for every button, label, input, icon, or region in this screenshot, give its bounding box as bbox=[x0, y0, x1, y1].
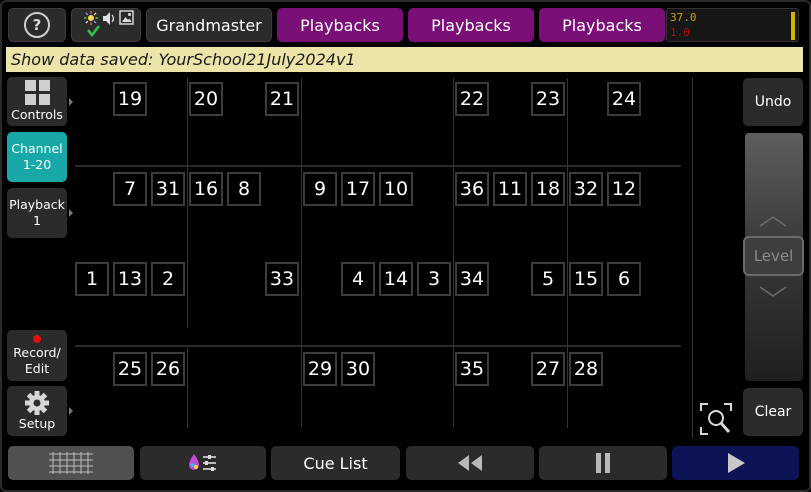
pause-icon bbox=[596, 453, 610, 473]
sidebar-item-controls[interactable]: Controls bbox=[7, 77, 73, 126]
undo-button[interactable]: Undo bbox=[743, 78, 803, 126]
channel-cell[interactable]: 26 bbox=[151, 352, 185, 386]
channel-cell[interactable]: 19 bbox=[113, 82, 147, 116]
sidebar-item-setup[interactable]: Setup bbox=[7, 386, 73, 436]
channel-cell[interactable]: 8 bbox=[227, 172, 261, 206]
rewind-button[interactable] bbox=[406, 446, 534, 480]
window-frame bbox=[0, 0, 811, 492]
play-icon bbox=[727, 453, 745, 473]
channel-cell[interactable]: 17 bbox=[341, 172, 375, 206]
rewind-icon bbox=[458, 455, 482, 471]
channel-cell[interactable]: 24 bbox=[607, 82, 641, 116]
playbacks-button-1[interactable]: Playbacks bbox=[277, 8, 403, 42]
chevron-up-icon bbox=[759, 216, 787, 227]
meter-top-value: 37.0 bbox=[670, 11, 697, 24]
channel-cell[interactable]: 13 bbox=[113, 262, 147, 296]
grid-divider-vertical bbox=[692, 78, 693, 438]
channel-cell[interactable]: 18 bbox=[531, 172, 565, 206]
channel-cell[interactable]: 21 bbox=[265, 82, 299, 116]
speaker-icon bbox=[103, 12, 115, 25]
grid-icon bbox=[24, 80, 50, 105]
sidebar-item-record-edit[interactable]: Record/ Edit bbox=[7, 330, 67, 381]
channel-cell[interactable]: 27 bbox=[531, 352, 565, 386]
level-fader-handle[interactable]: Level bbox=[743, 236, 804, 276]
color-palette-button[interactable] bbox=[140, 446, 266, 480]
channel-cell[interactable]: 5 bbox=[531, 262, 565, 296]
status-banner-text: Show data saved: YourSchool21July2024v1 bbox=[11, 50, 356, 69]
channel-grid-button[interactable] bbox=[8, 446, 134, 480]
light-icon bbox=[84, 11, 98, 25]
channel-cell[interactable]: 36 bbox=[455, 172, 489, 206]
sidebar-item-sublabel: 1 bbox=[33, 213, 41, 228]
channel-cell[interactable]: 20 bbox=[189, 82, 223, 116]
grid-divider-vertical bbox=[453, 78, 454, 428]
channel-cell[interactable]: 25 bbox=[113, 352, 147, 386]
grid-divider-vertical bbox=[567, 78, 568, 428]
channel-cell[interactable]: 7 bbox=[113, 172, 147, 206]
channel-cell[interactable]: 9 bbox=[303, 172, 337, 206]
channel-cell[interactable]: 30 bbox=[341, 352, 375, 386]
help-icon: ? bbox=[24, 12, 50, 38]
grid-divider-horizontal bbox=[75, 165, 681, 167]
status-indicators[interactable] bbox=[71, 8, 141, 42]
gear-icon bbox=[25, 391, 49, 415]
expand-arrow-icon bbox=[69, 209, 73, 217]
sidebar-item-channel[interactable]: Channel 1-20 bbox=[7, 132, 67, 182]
grid-view-icon bbox=[49, 452, 93, 474]
channel-cell[interactable]: 31 bbox=[151, 172, 185, 206]
clear-button[interactable]: Clear bbox=[743, 388, 803, 436]
channel-cell[interactable]: 10 bbox=[379, 172, 413, 206]
grid-divider-vertical bbox=[187, 348, 188, 428]
color-palette-icon bbox=[189, 454, 216, 471]
meter-bottom-value: 1.0 bbox=[670, 26, 690, 39]
pause-button[interactable] bbox=[539, 446, 667, 480]
channel-cell[interactable]: 32 bbox=[569, 172, 603, 206]
zoom-fit-icon[interactable] bbox=[699, 402, 733, 436]
record-icon bbox=[33, 334, 41, 343]
grid-divider-vertical bbox=[301, 78, 302, 428]
playbacks-button-2[interactable]: Playbacks bbox=[408, 8, 534, 42]
sidebar-item-label: Playback bbox=[9, 197, 65, 212]
channel-cell[interactable]: 23 bbox=[531, 82, 565, 116]
channel-cell[interactable]: 16 bbox=[189, 172, 223, 206]
channel-cell[interactable]: 3 bbox=[417, 262, 451, 296]
channel-cell[interactable]: 1 bbox=[75, 262, 109, 296]
help-button[interactable]: ? bbox=[8, 8, 66, 42]
channel-cell[interactable]: 2 bbox=[151, 262, 185, 296]
sidebar-item-label: Controls bbox=[11, 107, 63, 122]
channel-cell[interactable]: 11 bbox=[493, 172, 527, 206]
sidebar-item-label: Setup bbox=[18, 416, 56, 431]
expand-arrow-icon bbox=[69, 97, 73, 106]
channel-cell[interactable]: 28 bbox=[569, 352, 603, 386]
status-icons bbox=[84, 10, 134, 38]
grandmaster-button[interactable]: Grandmaster bbox=[146, 8, 272, 42]
expand-arrow-icon bbox=[69, 407, 73, 415]
channel-cell[interactable]: 4 bbox=[341, 262, 375, 296]
status-banner: Show data saved: YourSchool21July2024v1 bbox=[6, 47, 803, 72]
channel-cell[interactable]: 14 bbox=[379, 262, 413, 296]
chevron-down-icon bbox=[759, 286, 787, 297]
grid-divider-horizontal bbox=[75, 345, 681, 347]
sidebar-item-label: Channel bbox=[11, 141, 63, 156]
playbacks-button-3[interactable]: Playbacks bbox=[539, 8, 665, 42]
cue-list-button[interactable]: Cue List bbox=[271, 446, 400, 480]
channel-cell[interactable]: 34 bbox=[455, 262, 489, 296]
sidebar-item-sublabel: Edit bbox=[24, 360, 50, 376]
channel-cell[interactable]: 6 bbox=[607, 262, 641, 296]
sidebar-item-sublabel: 1-20 bbox=[22, 157, 52, 172]
play-button[interactable] bbox=[672, 446, 799, 480]
channel-cell[interactable]: 33 bbox=[265, 262, 299, 296]
channel-cell[interactable]: 15 bbox=[569, 262, 603, 296]
check-icon bbox=[86, 25, 101, 38]
sidebar-item-label: Record/ bbox=[13, 344, 61, 360]
sidebar-item-playback[interactable]: Playback 1 bbox=[7, 188, 73, 238]
meter-bar bbox=[791, 12, 795, 40]
channel-cell[interactable]: 35 bbox=[455, 352, 489, 386]
output-meter: 37.0 1.0 bbox=[666, 8, 799, 42]
image-icon bbox=[119, 10, 134, 25]
channel-cell[interactable]: 29 bbox=[303, 352, 337, 386]
channel-cell[interactable]: 12 bbox=[607, 172, 641, 206]
grid-divider-vertical bbox=[187, 78, 188, 328]
channel-cell[interactable]: 22 bbox=[455, 82, 489, 116]
